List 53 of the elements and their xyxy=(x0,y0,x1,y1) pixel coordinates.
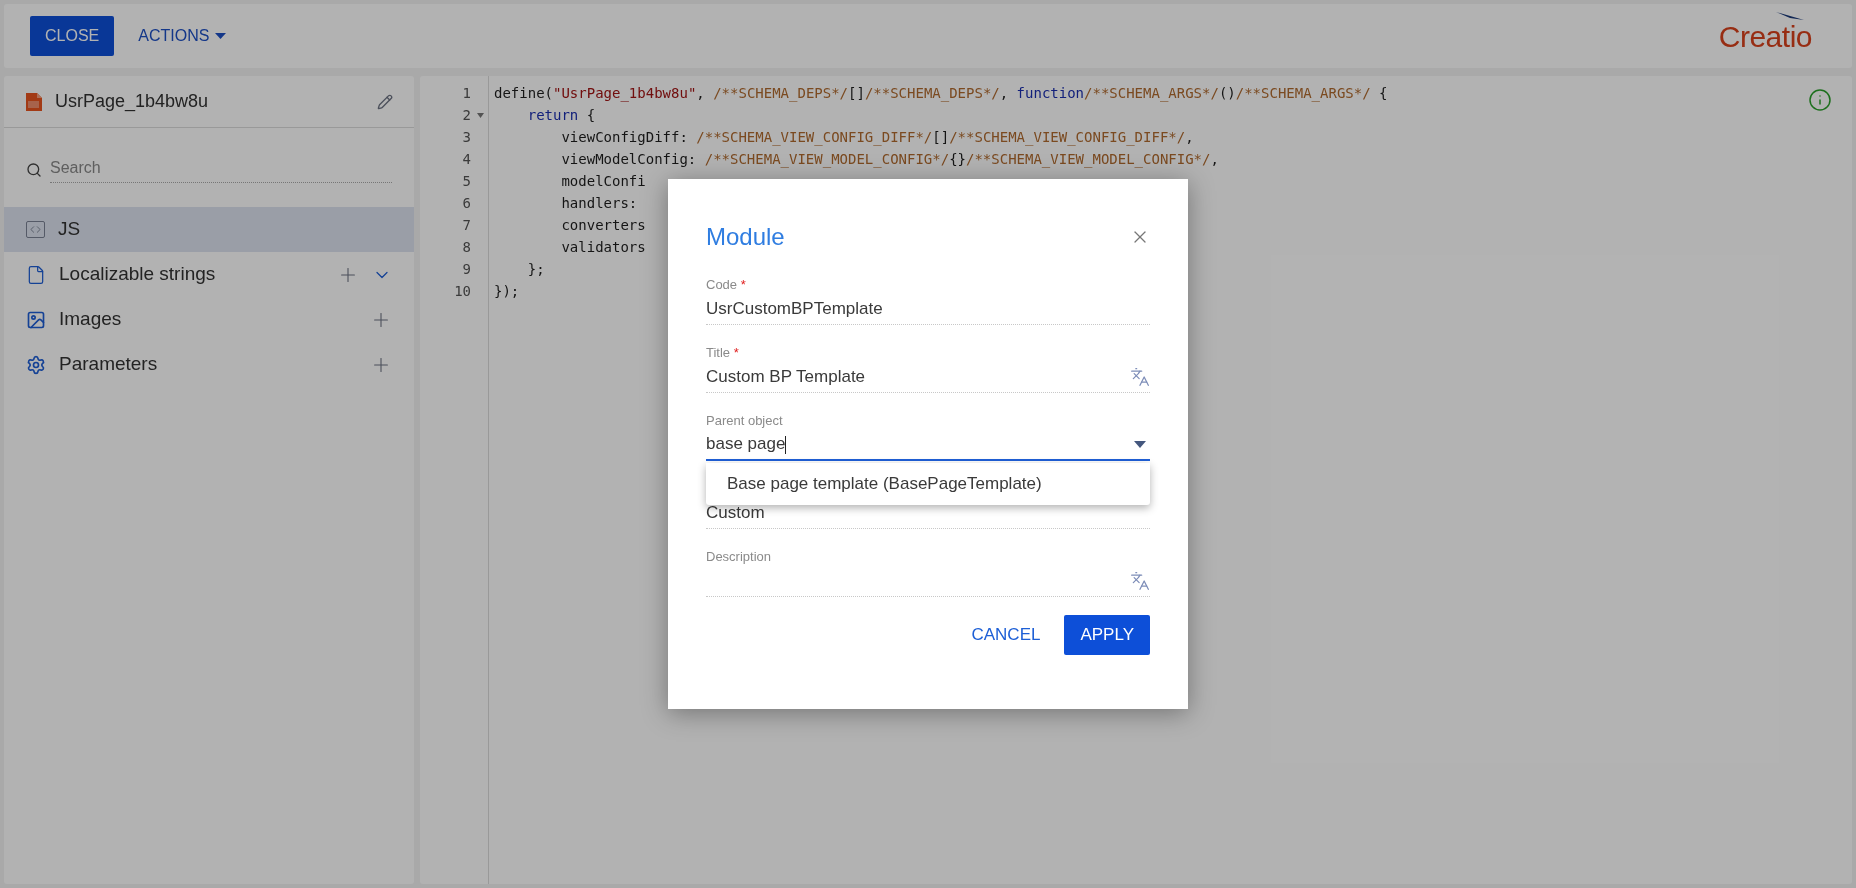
edit-icon[interactable] xyxy=(377,93,393,110)
text-field[interactable]: UsrCustomBPTemplate xyxy=(706,293,1150,325)
field-label: Parent object xyxy=(706,413,784,429)
image-icon xyxy=(26,309,46,330)
translate-icon[interactable] xyxy=(1130,366,1150,387)
code-line: converters xyxy=(560,215,646,235)
code-line: viewModelConfig: /**SCHEMA_VIEW_MODEL_CONFIG*/{}/**SCHEMA_VIEW_MODEL_CONFIG*/, xyxy=(560,149,1219,170)
settings-icon xyxy=(26,354,46,375)
code-line: return { xyxy=(526,105,596,125)
sidebar-item[interactable]: Localizable strings xyxy=(4,252,414,297)
actions-menu-button[interactable]: ACTIONS xyxy=(126,16,239,56)
line-number: 9 xyxy=(462,259,471,279)
text-field[interactable]: Custom BP Template xyxy=(706,361,1150,393)
search-icon xyxy=(26,161,42,178)
sidebar-item[interactable]: JS xyxy=(4,207,414,252)
code-line: viewConfigDiff: /**SCHEMA_VIEW_CONFIG_DIFF*/[]/**SCHEMA_VIEW_CONFIG_DIFF*/, xyxy=(560,127,1194,148)
code-line: modelConfi xyxy=(560,171,646,191)
dialog-title: Module xyxy=(706,222,785,252)
caret-down-icon[interactable] xyxy=(1134,440,1146,448)
field-label: Code * xyxy=(706,277,747,293)
cancel-button[interactable]: CANCEL xyxy=(967,615,1045,655)
sidebar-item[interactable]: Parameters xyxy=(4,342,414,387)
code-line: }; xyxy=(526,259,545,279)
field-label: Description xyxy=(706,549,773,565)
js-file-icon xyxy=(25,91,43,112)
field-label: Title * xyxy=(706,345,740,361)
code-line: validators xyxy=(560,237,646,257)
line-number: 10 xyxy=(454,281,471,301)
line-number: 5 xyxy=(462,171,471,191)
sidebar-item[interactable]: Images xyxy=(4,297,414,342)
line-number: 8 xyxy=(462,237,471,257)
dropdown-option[interactable]: Base page template (BasePageTemplate) xyxy=(706,463,1150,505)
caret-down-icon xyxy=(215,33,227,39)
close-button[interactable]: CLOSE xyxy=(30,16,115,56)
line-number: 1 xyxy=(462,83,471,103)
line-number: 4 xyxy=(462,149,471,169)
document-icon xyxy=(26,264,46,285)
line-number: 3 xyxy=(462,127,471,147)
code-window-icon xyxy=(26,221,45,238)
line-number: 2 xyxy=(462,105,471,125)
translate-icon[interactable] xyxy=(1130,570,1150,591)
schema-name: UsrPage_1b4bw8u xyxy=(55,90,210,114)
code-line: }); xyxy=(494,281,520,301)
info-icon[interactable] xyxy=(1808,88,1832,112)
line-number: 7 xyxy=(462,215,471,235)
code-line: handlers: xyxy=(560,193,638,213)
fold-arrow-icon[interactable] xyxy=(477,112,484,118)
apply-button[interactable]: APPLY xyxy=(1064,615,1150,655)
lookup-field[interactable]: base page xyxy=(706,429,1150,461)
logo: Creatio xyxy=(1718,13,1826,59)
line-number: 6 xyxy=(462,193,471,213)
search-field[interactable]: Search xyxy=(50,156,392,183)
code-line: define("UsrPage_1b4bw8u", /**SCHEMA_DEPS*/[]/**SCHEMA_DEPS*/, function/**SCHEMA_ARGS*/()/**SCHEMA_ARGS*/ { xyxy=(494,83,1388,104)
